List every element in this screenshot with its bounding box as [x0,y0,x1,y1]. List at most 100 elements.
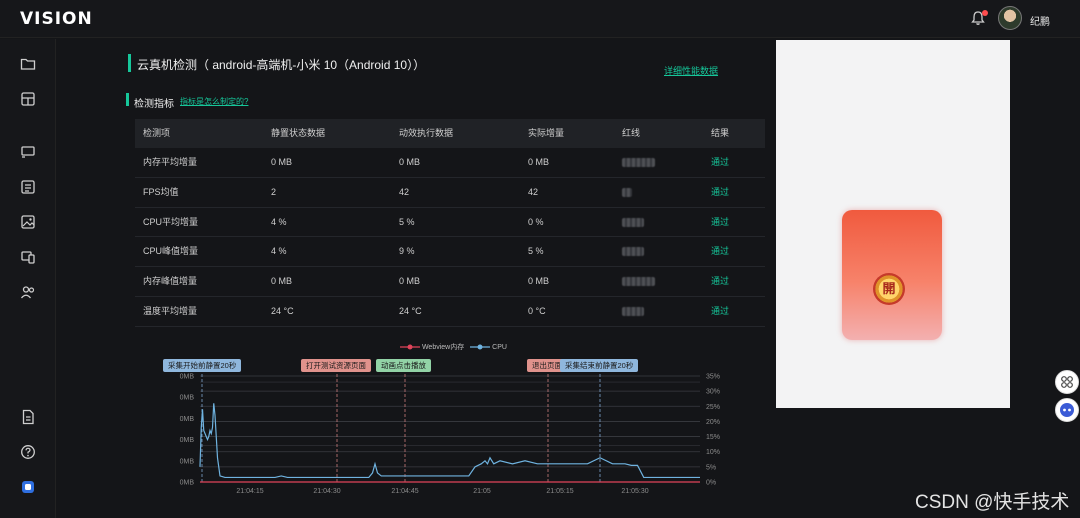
app-badge-icon[interactable] [20,479,36,495]
y-left-tick-label: 0MB [180,437,195,444]
table-row: 内存平均增量 0 MB 0 MB 0 MB 通过 [135,148,765,178]
delta-value: 0 % [528,216,544,227]
delta-value: 5 % [528,246,544,257]
x-tick-label: 21:05:30 [621,488,648,495]
x-tick-label: 21:05:15 [546,488,573,495]
y-right-tick-label: 5% [706,464,716,471]
idle-value: 4 % [271,216,287,227]
y-right-tick-label: 10% [706,449,720,456]
idle-value: 2 [271,186,277,197]
table-row: 温度平均增量 24 °C 24 °C 0 °C 通过 [135,297,765,327]
redline-redacted [622,217,644,227]
anim-value: 42 [399,186,410,197]
idle-value: 24 °C [271,305,294,316]
redline-redacted [622,277,655,287]
idle-value: 0 MB [271,157,293,167]
image-icon[interactable] [20,214,36,230]
top-bar: VISION 纪鹏 [0,0,1080,38]
delta-value: 0 MB [528,276,550,287]
notification-dot [982,10,988,16]
y-left-tick-label: 0MB [180,374,195,381]
x-tick-label: 21:04:45 [391,488,418,495]
anim-value: 0 MB [399,276,421,287]
column-header: 检测项 [143,128,171,138]
metric-name: CPU平均增量 [143,216,199,227]
layout-icon[interactable] [20,91,36,107]
column-header: 动效执行数据 [399,128,454,138]
y-right-tick-label: 35% [706,374,720,381]
y-right-tick-label: 30% [706,389,720,396]
username[interactable]: 纪鹏 [1030,13,1050,28]
assistant-button[interactable] [1055,398,1079,422]
anim-value: 24 °C [399,305,422,316]
column-header: 红线 [622,128,641,138]
anim-value: 5 % [399,216,415,227]
y-left-tick-label: 0MB [180,395,195,402]
grid-tool-button[interactable] [1055,370,1079,394]
sidebar [0,39,56,518]
grid-icon [1061,376,1073,388]
y-left-tick-label: 0MB [180,416,195,423]
y-left-tick-label: 0MB [180,480,195,487]
seal-character: 開 [882,281,896,296]
document-icon[interactable] [20,409,36,425]
column-header: 实际增量 [528,128,565,138]
column-header: 静置状态数据 [271,128,326,138]
result-pass: 通过 [711,276,730,287]
redline-redacted [622,247,644,257]
title-accent [128,54,131,72]
idle-value: 0 MB [271,276,293,287]
result-pass: 通过 [711,305,730,316]
series-cpu-line [199,403,700,479]
metric-name: 内存平均增量 [143,157,198,167]
metric-name: 内存峰值增量 [143,276,198,287]
performance-chart: 0% 5% 10% 15% 20% 25% 30% 35% 0MB 0MB 0MB 0MB 0MB 0MB… [180,374,720,496]
devices-icon[interactable] [20,249,36,265]
metric-name: CPU峰值增量 [143,246,199,257]
result-pass: 通过 [711,246,730,257]
metrics-table: 检测项 静置状态数据 动效执行数据 实际增量 红线 结果 内存平均增量 0 MB… [135,119,765,327]
avatar[interactable] [998,6,1022,30]
delta-value: 0 MB [528,157,550,167]
users-icon[interactable] [20,284,36,300]
help-icon[interactable] [20,444,36,460]
delta-value: 42 [528,186,539,197]
robot-icon [1060,403,1074,417]
section-title: 检测指标 [134,99,174,110]
y-right-tick-label: 0% [706,480,716,487]
redline-redacted [622,158,655,167]
anim-value: 0 MB [399,157,421,167]
y-right-tick-label: 15% [706,434,720,441]
watermark: CSDN @快手技术 [915,492,1070,513]
y-left-tick-label: 0MB [180,458,195,465]
delta-value: 0 °C [528,305,546,316]
table-header: 检测项 静置状态数据 动效执行数据 实际增量 红线 结果 [135,119,765,148]
folder-icon[interactable] [20,56,36,72]
section-accent [126,93,129,106]
metric-name: 温度平均增量 [143,305,198,316]
column-header: 结果 [711,128,730,138]
result-pass: 通过 [711,157,730,167]
cast-icon[interactable] [20,144,36,160]
y-right-tick-label: 25% [706,404,720,411]
page-title: 云真机检测（ android-高端机-小米 10（Android 10）） [137,58,426,72]
idle-value: 4 % [271,246,287,257]
checklist-icon[interactable] [20,179,36,195]
y-right-tick-label: 20% [706,419,720,426]
result-pass: 通过 [711,216,730,227]
metric-explain-link[interactable]: 指标是怎么制定的? [180,96,248,107]
table-row: FPS均值 2 42 42 通过 [135,178,765,208]
result-pass: 通过 [711,186,730,197]
detail-performance-link[interactable]: 详细性能数据 [664,64,718,77]
metric-name: FPS均值 [143,186,179,197]
x-tick-label: 21:04:30 [313,488,340,495]
x-tick-label: 21:04:15 [236,488,263,495]
table-row: CPU平均增量 4 % 5 % 0 % 通过 [135,208,765,238]
app-logo[interactable]: VISION [20,9,93,29]
redline-redacted [622,306,644,316]
table-row: 内存峰值增量 0 MB 0 MB 0 MB 通过 [135,267,765,297]
anim-value: 9 % [399,246,415,257]
x-tick-label: 21:05 [473,488,491,495]
redline-redacted [622,187,632,197]
table-row: CPU峰值增量 4 % 9 % 5 % 通过 [135,237,765,268]
